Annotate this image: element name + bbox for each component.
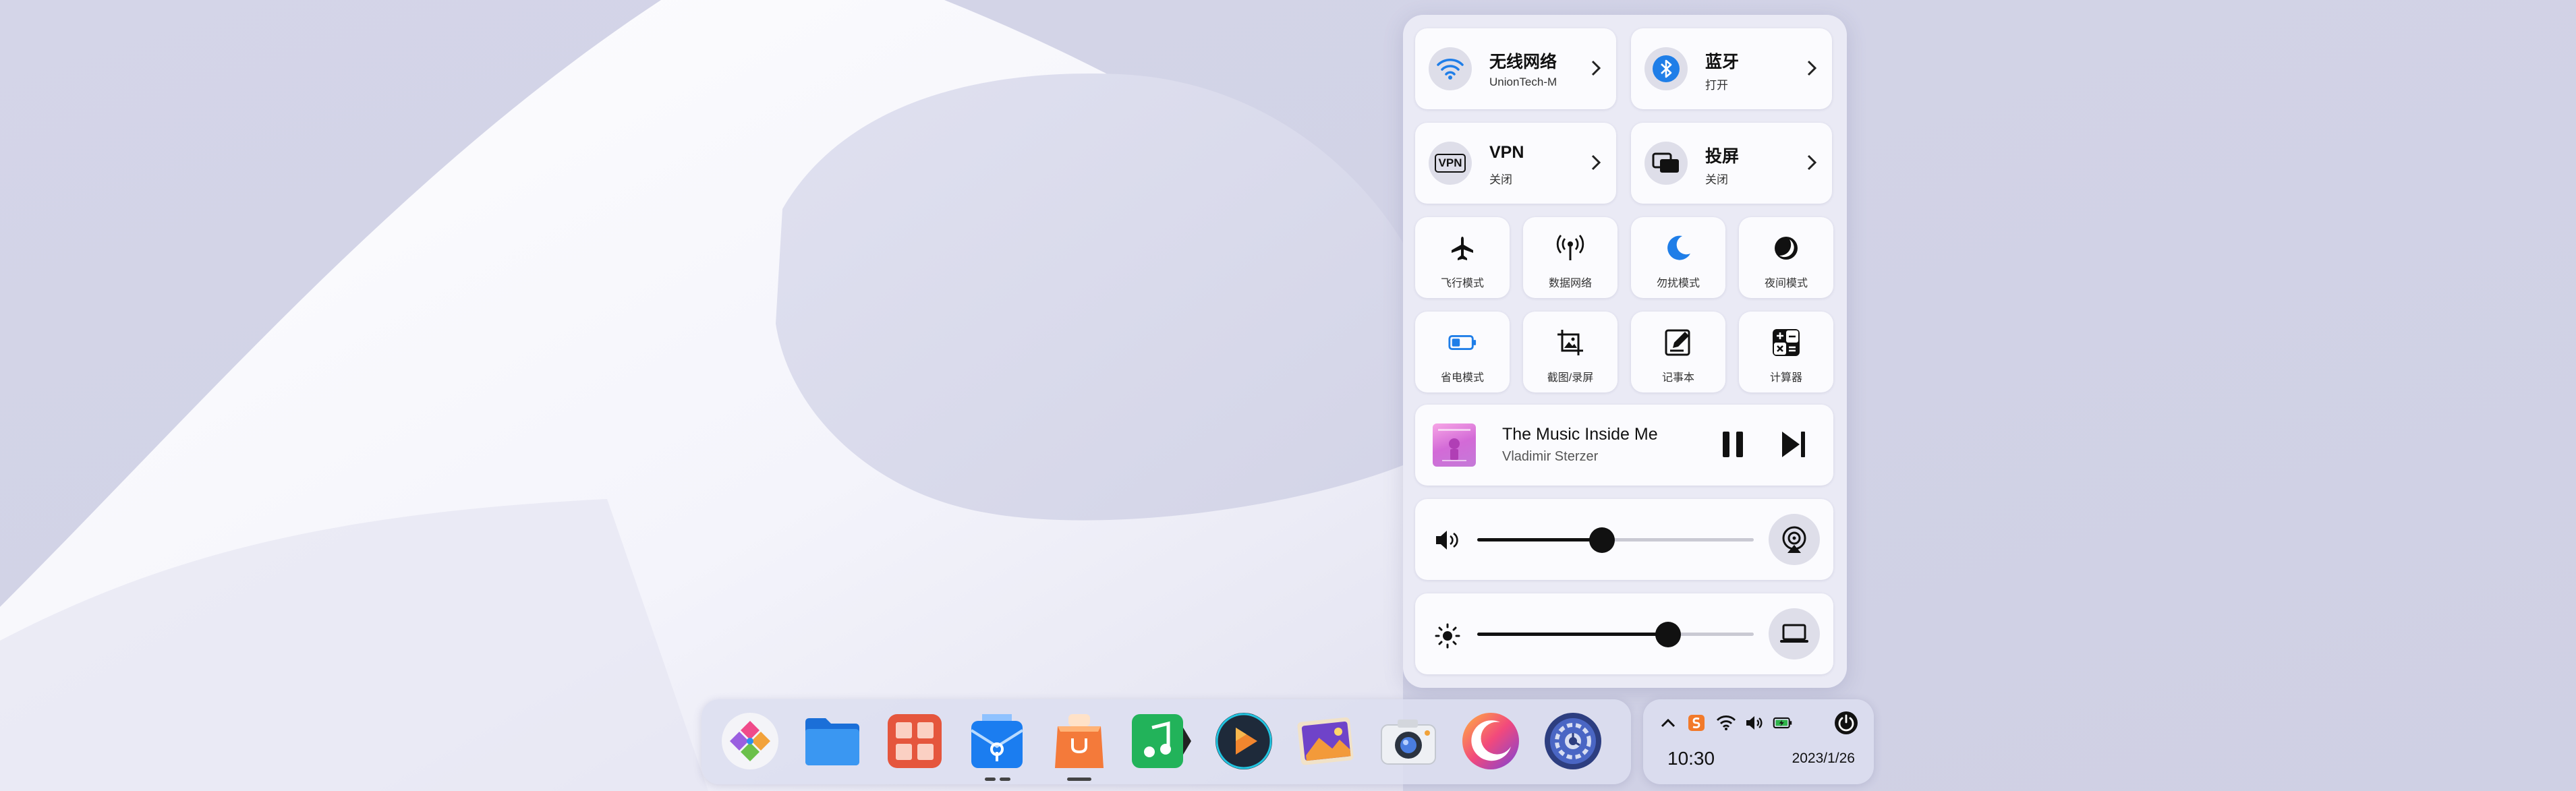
bluetooth-title: 蓝牙	[1705, 53, 1740, 71]
vpn-title: VPN	[1489, 143, 1524, 162]
next-track-button[interactable]	[1779, 429, 1808, 460]
laptop-icon	[1780, 624, 1808, 643]
input-method-icon[interactable]	[1686, 713, 1707, 733]
screen-cast-icon	[1644, 142, 1688, 185]
cellular-antenna-icon	[1555, 233, 1585, 263]
screen-cast-status: 关闭	[1705, 173, 1728, 186]
control-center-panel: 无线网络 UnionTech-M 蓝牙 打开 VPN VPN 关闭 投屏 关闭 …	[1403, 15, 1847, 688]
wifi-tile[interactable]: 无线网络 UnionTech-M	[1415, 28, 1616, 109]
media-player-card: The Music Inside Me Vladimir Sterzer	[1415, 405, 1833, 486]
vpn-status: 关闭	[1489, 173, 1512, 186]
power-icon	[1835, 711, 1858, 734]
airplane-icon	[1448, 233, 1477, 263]
volume-slider-fill	[1477, 538, 1602, 541]
brightness-slider-fill	[1477, 633, 1668, 636]
display-button[interactable]	[1769, 608, 1820, 660]
screen-cast-title: 投屏	[1705, 147, 1740, 166]
toggle-label: 飞行模式	[1440, 278, 1484, 289]
speaker-icon	[1436, 531, 1458, 550]
clock-time[interactable]: 10:30	[1667, 748, 1715, 769]
mail-icon[interactable]	[965, 709, 1029, 773]
system-tray: 10:30 2023/1/26	[1643, 699, 1874, 784]
calculator-icon	[1771, 328, 1801, 357]
launcher-icon[interactable]	[718, 709, 782, 773]
brightness-slider[interactable]	[1477, 622, 1754, 647]
settings-icon[interactable]	[1541, 709, 1605, 773]
image-viewer-icon[interactable]	[1294, 709, 1358, 773]
moon-icon	[1663, 233, 1693, 263]
chevron-right-icon[interactable]	[1591, 154, 1601, 171]
bluetooth-icon	[1644, 47, 1688, 90]
running-indicator	[1000, 778, 1010, 781]
brightness-card	[1415, 593, 1833, 674]
mobile-data-toggle[interactable]: 数据网络	[1523, 217, 1618, 298]
wifi-title: 无线网络	[1489, 53, 1557, 71]
vpn-icon: VPN	[1429, 142, 1472, 185]
music-icon[interactable]	[1129, 709, 1194, 773]
bluetooth-status: 打开	[1705, 79, 1728, 92]
do-not-disturb-toggle[interactable]: 勿扰模式	[1631, 217, 1725, 298]
night-mode-toggle[interactable]: 夜间模式	[1739, 217, 1833, 298]
vpn-icon-text: VPN	[1434, 154, 1466, 173]
chevron-right-icon[interactable]	[1806, 59, 1817, 77]
running-indicator	[985, 778, 996, 781]
chevron-right-icon[interactable]	[1591, 59, 1601, 77]
wifi-status: UnionTech-M	[1489, 76, 1557, 88]
screenshot-toggle[interactable]: 截图/录屏	[1523, 312, 1618, 392]
browser-icon[interactable]	[1458, 709, 1523, 773]
battery-icon	[1448, 328, 1477, 357]
screen-cast-tile[interactable]: 投屏 关闭	[1631, 123, 1832, 204]
bluetooth-tile[interactable]: 蓝牙 打开	[1631, 28, 1832, 109]
notepad-toggle[interactable]: 记事本	[1631, 312, 1725, 392]
album-art[interactable]	[1433, 423, 1476, 467]
brightness-slider-knob[interactable]	[1655, 622, 1681, 647]
screenshot-icon	[1555, 328, 1585, 357]
power-button[interactable]	[1833, 710, 1859, 736]
toggle-label: 省电模式	[1440, 372, 1484, 384]
toggle-label: 计算器	[1769, 372, 1802, 384]
volume-slider-knob[interactable]	[1588, 527, 1615, 553]
running-indicator	[1067, 778, 1091, 781]
toggle-label: 数据网络	[1548, 278, 1592, 289]
night-mode-icon	[1771, 233, 1801, 263]
file-manager-icon[interactable]	[800, 709, 865, 773]
sun-icon	[1435, 623, 1460, 649]
song-artist: Vladimir Sterzer	[1502, 449, 1599, 464]
video-player-icon[interactable]	[1211, 709, 1276, 773]
speaker-icon[interactable]	[1744, 713, 1765, 733]
song-title: The Music Inside Me	[1502, 425, 1658, 444]
chevron-right-icon[interactable]	[1806, 154, 1817, 171]
wifi-icon	[1429, 47, 1472, 90]
camera-icon[interactable]	[1376, 709, 1441, 773]
volume-slider[interactable]	[1477, 527, 1754, 553]
airplane-mode-toggle[interactable]: 飞行模式	[1415, 217, 1510, 298]
toggle-label: 勿扰模式	[1656, 278, 1700, 289]
toggle-label: 记事本	[1661, 372, 1694, 384]
battery-charging-icon[interactable]	[1773, 713, 1793, 733]
volume-card	[1415, 499, 1833, 580]
pause-button[interactable]	[1720, 429, 1747, 460]
app-store-icon[interactable]	[882, 709, 947, 773]
wifi-icon[interactable]	[1716, 713, 1736, 733]
desktop-wallpaper	[0, 0, 2576, 791]
calculator-toggle[interactable]: 计算器	[1739, 312, 1833, 392]
vpn-tile[interactable]: VPN VPN 关闭	[1415, 123, 1616, 204]
audio-output-button[interactable]	[1769, 514, 1820, 565]
notepad-icon	[1663, 328, 1693, 357]
store-bag-icon[interactable]	[1047, 709, 1112, 773]
clock-date[interactable]: 2023/1/26	[1792, 751, 1855, 767]
toggle-label: 截图/录屏	[1547, 372, 1594, 384]
dock	[702, 699, 1631, 784]
chevron-up-icon[interactable]	[1658, 713, 1678, 733]
toggle-label: 夜间模式	[1764, 278, 1808, 289]
power-saving-toggle[interactable]: 省电模式	[1415, 312, 1510, 392]
airplay-audio-icon	[1782, 526, 1806, 553]
